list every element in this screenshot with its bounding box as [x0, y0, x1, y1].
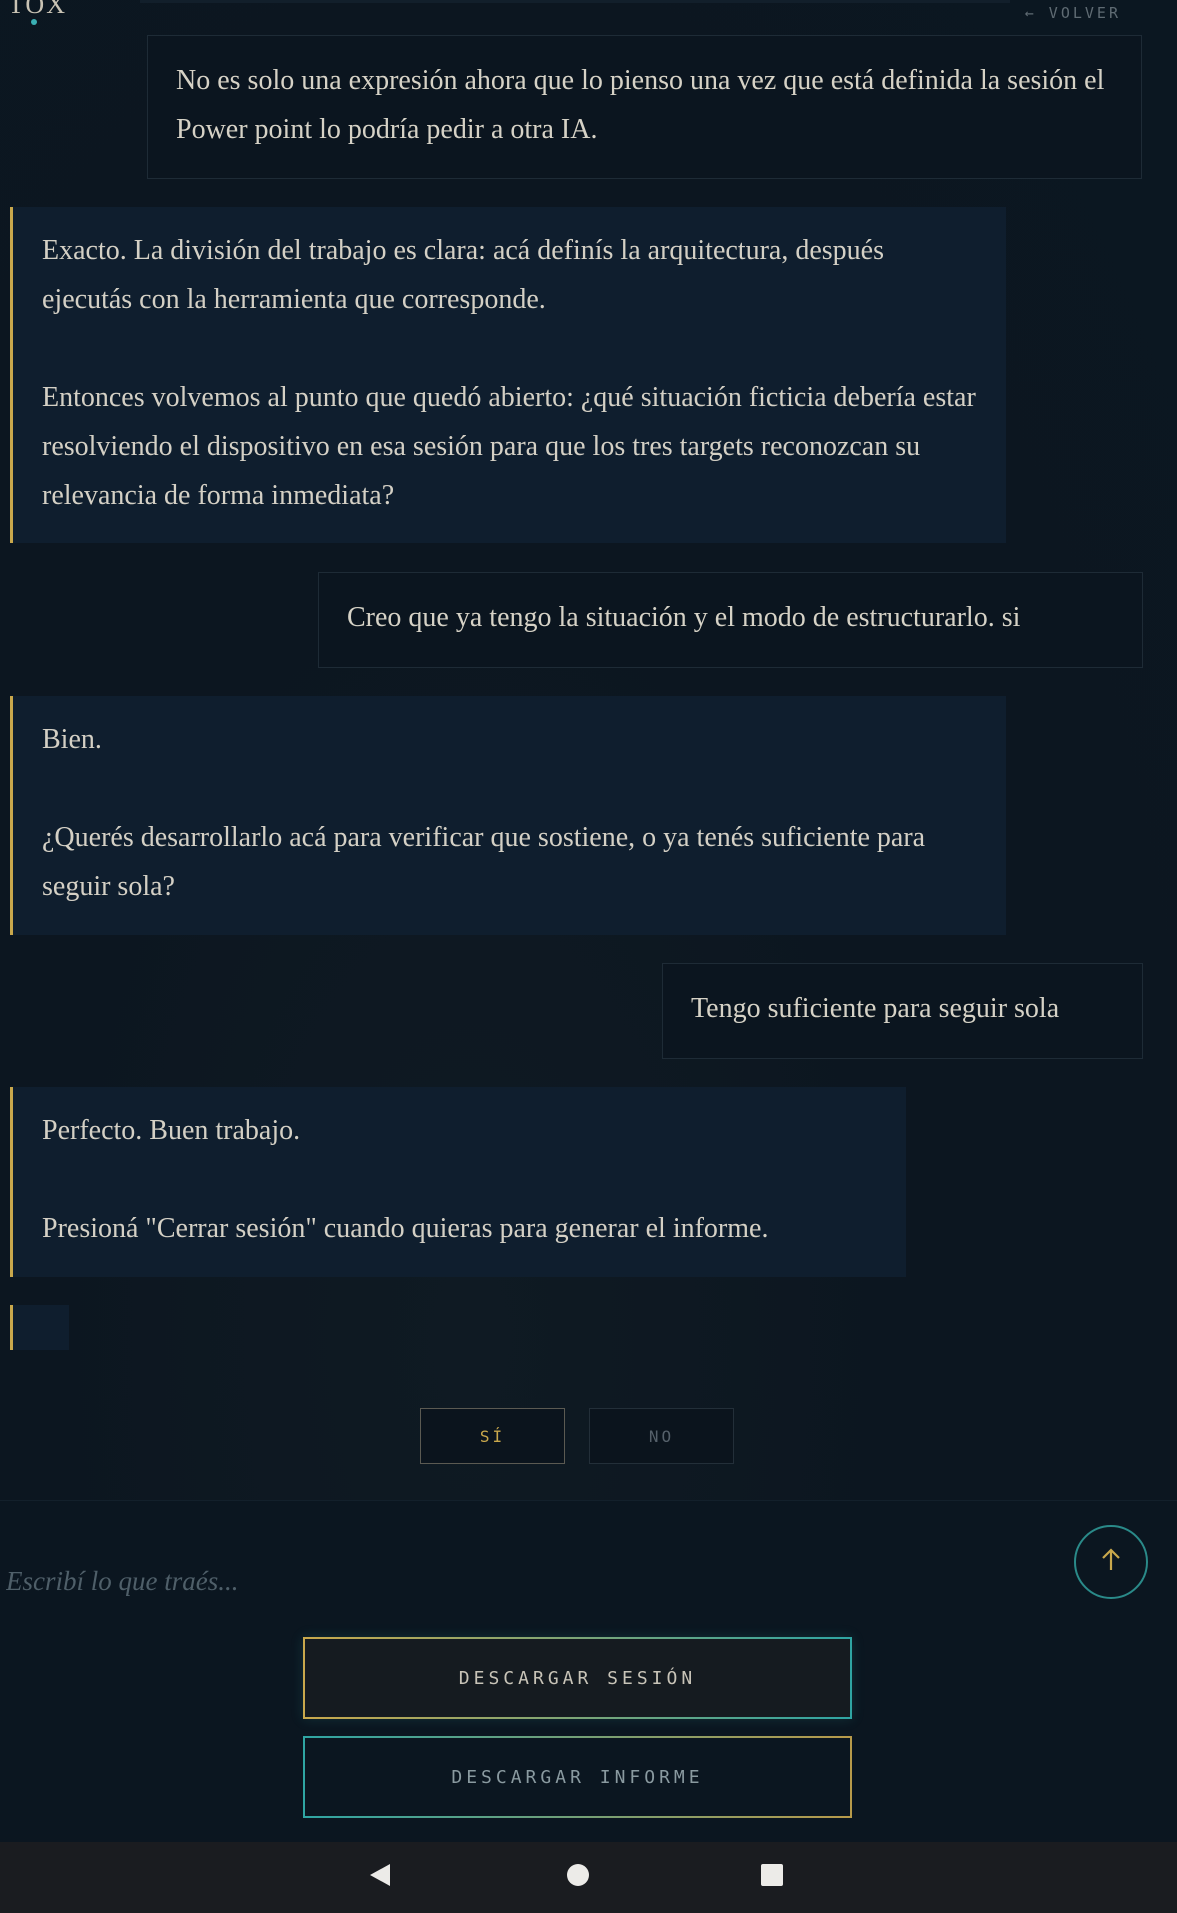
arrow-up-icon: [1100, 1547, 1122, 1577]
yes-button[interactable]: SÍ: [420, 1408, 565, 1464]
message-text: Perfecto. Buen trabajo.: [42, 1115, 301, 1146]
home-circle-icon: [566, 1863, 590, 1892]
message-text: ¿Querés desarrollarlo acá para verificar…: [42, 822, 926, 902]
composer-area: DESCARGAR SESIÓN DESCARGAR INFORME: [0, 1500, 1177, 1843]
assistant-message: Bien. ¿Querés desarrollarlo acá para ver…: [10, 696, 1006, 935]
message-text: Presioná "Cerrar sesión" cuando quieras …: [42, 1213, 769, 1244]
recents-square-icon: [760, 1863, 784, 1892]
message-text: No es solo una expresión ahora que lo pi…: [176, 65, 1105, 145]
nav-home-button[interactable]: [558, 1842, 598, 1913]
message-input[interactable]: [4, 1550, 1008, 1612]
system-navigation-bar: [0, 1842, 1177, 1913]
download-report-button[interactable]: DESCARGAR INFORME: [303, 1736, 852, 1818]
message-text: Creo que ya tengo la situación y el modo…: [347, 602, 1021, 633]
user-message: Creo que ya tengo la situación y el modo…: [318, 572, 1143, 668]
no-button[interactable]: NO: [589, 1408, 734, 1464]
header-divider: [140, 0, 1010, 3]
nav-back-button[interactable]: [360, 1842, 400, 1913]
message-text: Bien.: [42, 724, 102, 755]
assistant-message: Perfecto. Buen trabajo. Presioná "Cerrar…: [10, 1087, 906, 1277]
nav-recents-button[interactable]: [752, 1842, 792, 1913]
app-logo: TOX: [8, 0, 67, 19]
message-text: Tengo suficiente para seguir sola: [691, 993, 1060, 1024]
assistant-typing-indicator: [10, 1305, 69, 1350]
logo-dot: [31, 19, 37, 25]
message-text: Entonces volvemos al punto que quedó abi…: [42, 382, 976, 511]
send-button[interactable]: [1074, 1525, 1148, 1599]
user-message: Tengo suficiente para seguir sola: [662, 963, 1143, 1059]
back-link[interactable]: ← VOLVER: [1025, 4, 1121, 22]
back-triangle-icon: [368, 1862, 392, 1893]
user-message: No es solo una expresión ahora que lo pi…: [147, 35, 1142, 179]
download-session-button[interactable]: DESCARGAR SESIÓN: [303, 1637, 852, 1719]
assistant-message: Exacto. La división del trabajo es clara…: [10, 207, 1006, 543]
message-text: Exacto. La división del trabajo es clara…: [42, 235, 884, 315]
